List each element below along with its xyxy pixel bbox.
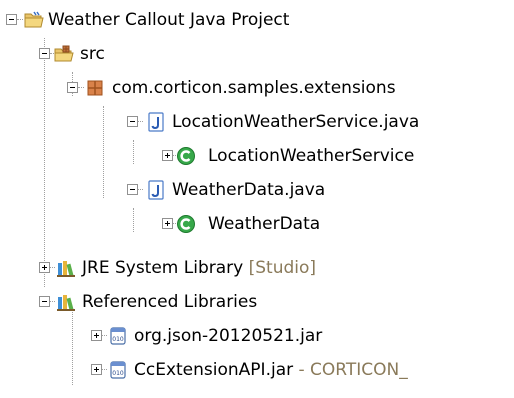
tree-item-java-file[interactable]: WeatherData.java [0,173,514,207]
jar-icon: 010 [108,326,128,346]
tree-item-jar[interactable]: 010 org.json-20120521.jar [0,319,514,353]
source-folder-icon [54,44,74,64]
svg-text:010: 010 [112,336,124,343]
jar-name: CcExtensionAPI.jar [134,360,294,380]
expand-toggle[interactable] [162,150,173,161]
collapse-toggle[interactable] [67,82,78,93]
jar-icon: 010 [108,360,128,380]
tree-item-label: org.json-20120521.jar [134,326,323,346]
library-icon [56,292,76,312]
expand-toggle[interactable] [91,330,102,341]
tree-item-project[interactable]: Weather Callout Java Project [0,3,514,37]
java-file-icon [146,112,166,132]
class-icon [176,214,196,234]
collapse-toggle[interactable] [6,14,17,25]
package-icon [85,78,105,98]
tree-item-src[interactable]: src [0,37,514,71]
tree-item-label: Weather Callout Java Project [48,10,290,30]
tree-item-java-file[interactable]: LocationWeatherService.java [0,105,514,139]
tree-item-label: com.corticon.samples.extensions [112,78,396,98]
tree-item-label: WeatherData [208,214,321,234]
tree-item-label: LocationWeatherService [208,146,415,166]
expand-toggle[interactable] [39,262,50,273]
tree-item-referenced-libraries[interactable]: Referenced Libraries [0,285,514,319]
collapse-toggle[interactable] [127,184,138,195]
java-file-icon [146,180,166,200]
tree-item-label: CcExtensionAPI.jar - CORTICON_ [134,360,408,380]
collapse-toggle[interactable] [39,48,50,59]
package-explorer-tree: Weather Callout Java Project src com.cor… [0,0,514,398]
tree-item-jar[interactable]: 010 CcExtensionAPI.jar - CORTICON_ [0,353,514,387]
expand-toggle[interactable] [91,364,102,375]
tree-item-class[interactable]: WeatherData [0,207,514,241]
collapse-toggle[interactable] [127,116,138,127]
svg-text:010: 010 [112,370,124,377]
tree-item-label: JRE System Library [Studio] [82,258,316,278]
library-name: JRE System Library [82,258,244,278]
class-icon [176,146,196,166]
tree-item-label: Referenced Libraries [82,292,258,312]
tree-item-package[interactable]: com.corticon.samples.extensions [0,71,514,105]
tree-item-class[interactable]: LocationWeatherService [0,139,514,173]
library-decoration: [Studio] [248,258,317,278]
tree-item-label: src [80,44,105,64]
tree-item-label: LocationWeatherService.java [172,112,420,132]
library-icon [56,258,76,278]
jar-decoration: - CORTICON_ [298,360,408,380]
expand-toggle[interactable] [162,218,173,229]
collapse-toggle[interactable] [39,296,50,307]
tree-item-label: WeatherData.java [172,180,326,200]
java-project-folder-icon [24,10,44,30]
tree-item-library[interactable]: JRE System Library [Studio] [0,251,514,285]
